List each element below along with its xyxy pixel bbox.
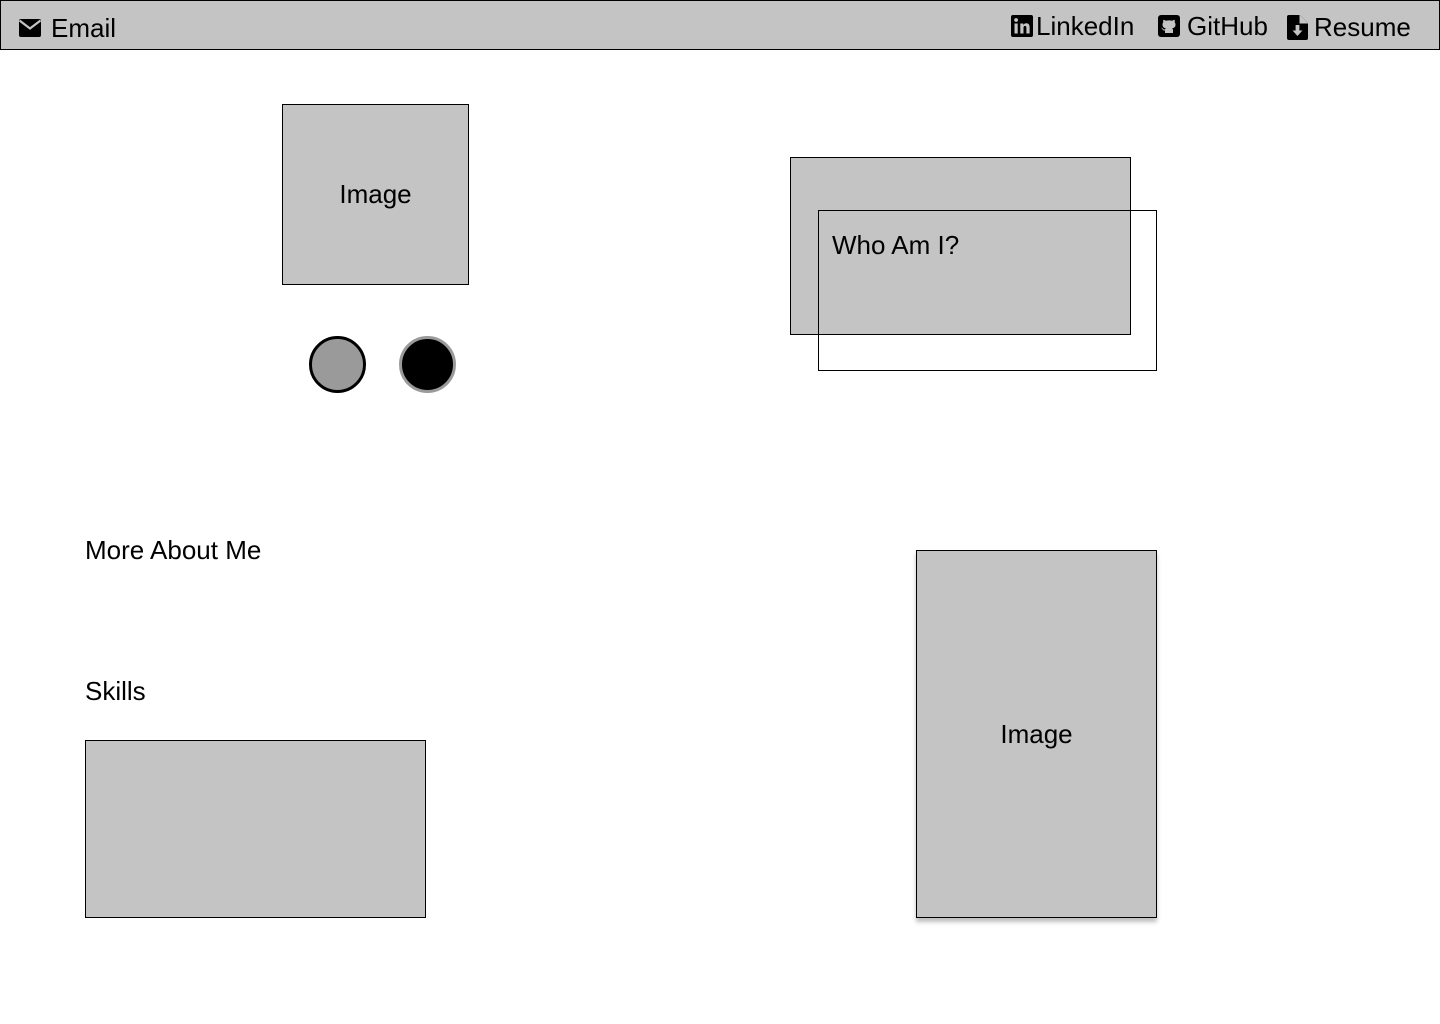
top-navigation-bar: Email LinkedIn GitHub Resume: [0, 0, 1440, 50]
github-icon: [1158, 15, 1180, 37]
gallery-image-placeholder: Image: [916, 550, 1157, 918]
github-link[interactable]: GitHub: [1158, 11, 1268, 41]
resume-link-label: Resume: [1314, 12, 1411, 42]
file-download-icon: [1287, 14, 1308, 40]
profile-image-placeholder: Image: [282, 104, 469, 285]
skills-placeholder: [85, 740, 426, 918]
about-title: Who Am I?: [832, 230, 960, 260]
linkedin-link[interactable]: LinkedIn: [1011, 11, 1134, 41]
more-about-me-heading: More About Me: [85, 535, 262, 565]
resume-link[interactable]: Resume: [1287, 12, 1411, 42]
envelope-icon: [19, 19, 41, 37]
carousel-dot-1[interactable]: [309, 336, 366, 393]
email-link[interactable]: Email: [19, 13, 116, 43]
profile-image-label: Image: [339, 179, 412, 209]
skills-heading: Skills: [85, 676, 146, 706]
linkedin-icon: [1011, 15, 1033, 37]
linkedin-link-label: LinkedIn: [1036, 11, 1135, 41]
gallery-image-label: Image: [1000, 718, 1073, 749]
github-link-label: GitHub: [1187, 11, 1268, 41]
carousel-dot-2-active[interactable]: [399, 336, 456, 393]
email-link-label: Email: [51, 13, 117, 43]
